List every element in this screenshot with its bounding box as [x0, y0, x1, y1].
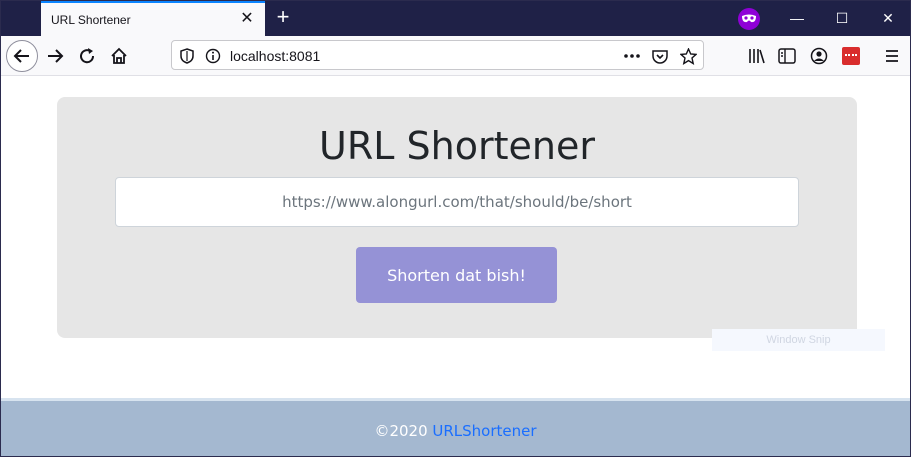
address-bar[interactable]: localhost:8081	[171, 40, 704, 70]
window-snip-overlay: Window Snip	[712, 329, 885, 351]
minimize-button[interactable]: —	[785, 7, 809, 29]
account-icon[interactable]	[803, 40, 835, 72]
shortener-card: URL Shortener Shorten dat bish!	[57, 97, 857, 338]
url-text[interactable]: localhost:8081	[230, 48, 320, 64]
tracking-shield-icon[interactable]	[178, 47, 196, 65]
forward-icon[interactable]	[39, 40, 71, 72]
tab-title: URL Shortener	[51, 13, 131, 27]
reload-icon[interactable]	[71, 40, 103, 72]
maximize-button[interactable]: ☐	[830, 7, 854, 29]
private-mask-icon	[738, 8, 760, 30]
back-icon[interactable]	[6, 40, 38, 72]
extension-icon[interactable]	[842, 47, 860, 65]
browser-window: URL Shortener ✕ + — ☐ ✕ localhost:8081 U…	[0, 0, 911, 457]
navigation-toolbar: localhost:8081	[1, 36, 910, 76]
home-icon[interactable]	[103, 40, 135, 72]
bookmark-star-icon[interactable]	[679, 47, 697, 65]
copyright-text: ©2020	[374, 422, 433, 440]
tab-bar: URL Shortener ✕ + — ☐ ✕	[1, 1, 910, 36]
footer-link[interactable]: URLShortener	[432, 422, 536, 440]
page-content: URL Shortener Shorten dat bish! Window S…	[1, 77, 910, 398]
close-window-button[interactable]: ✕	[876, 7, 900, 29]
library-icon[interactable]	[741, 40, 773, 72]
footer-copyright: ©2020 URLShortener	[1, 422, 910, 440]
sidebar-icon[interactable]	[771, 40, 803, 72]
site-info-icon[interactable]	[204, 47, 222, 65]
page-footer: ©2020 URLShortener	[1, 398, 910, 456]
menu-icon[interactable]	[876, 40, 908, 72]
page-title: URL Shortener	[319, 124, 595, 168]
url-input[interactable]	[115, 177, 799, 227]
tab-url-shortener[interactable]: URL Shortener ✕	[41, 1, 265, 36]
shorten-button[interactable]: Shorten dat bish!	[356, 247, 557, 303]
page-actions-icon[interactable]	[623, 47, 641, 65]
tab-close-icon[interactable]: ✕	[237, 9, 257, 29]
pocket-icon[interactable]	[651, 47, 669, 65]
new-tab-button[interactable]: +	[271, 6, 295, 30]
